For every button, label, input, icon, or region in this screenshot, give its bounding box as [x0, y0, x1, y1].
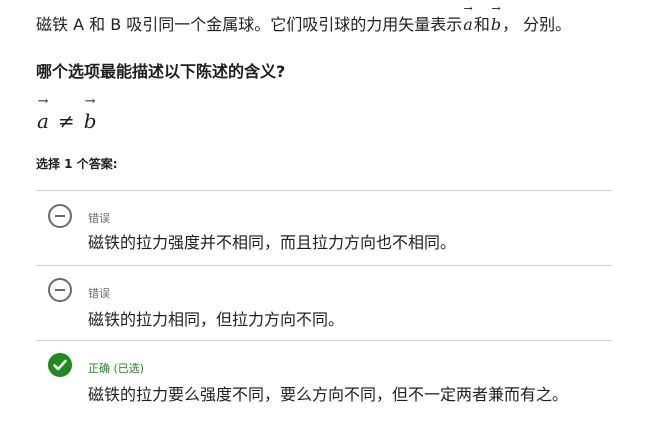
vector-b: → b — [83, 94, 97, 133]
minus-circle-icon — [48, 204, 72, 228]
answer-option-3[interactable]: 正确 (已选) 磁铁的拉力要么强度不同，要么方向不同，但不一定两者兼而有之。 — [36, 341, 612, 431]
vector-a: → a — [463, 2, 473, 34]
statement-prefix: 磁铁 A 和 B 吸引同一个金属球。它们吸引球的力用矢量表示 — [36, 15, 463, 34]
option-text: 磁铁的拉力强度并不相同，而且拉力方向也不相同。 — [88, 233, 457, 252]
vector-arrow-icon: → — [37, 94, 49, 109]
option-text: 磁铁的拉力相同，但拉力方向不同。 — [88, 310, 345, 329]
check-circle-icon — [48, 353, 72, 377]
statement-suffix: ， 分别。 — [502, 15, 572, 34]
answer-option-2[interactable]: 错误 磁铁的拉力相同，但拉力方向不同。 — [36, 266, 612, 340]
vector-arrow-icon: → — [84, 94, 96, 109]
not-equal-sign: ≠ — [57, 109, 75, 133]
vector-arrow-icon: → — [463, 2, 473, 15]
question-heading: 哪个选项最能描述以下陈述的含义? — [36, 62, 286, 81]
answer-option-1[interactable]: 错误 磁铁的拉力强度并不相同，而且拉力方向也不相同。 — [36, 191, 612, 265]
option-status: 正确 (已选) — [88, 362, 145, 375]
vector-a: → a — [37, 94, 49, 133]
minus-circle-icon — [48, 278, 72, 302]
problem-statement: 磁铁 A 和 B 吸引同一个金属球。它们吸引球的力用矢量表示 → a和 → b， 分别。 — [36, 2, 572, 37]
option-text: 磁铁的拉力要么强度不同，要么方向不同，但不一定两者兼而有之。 — [88, 385, 569, 404]
vector-b: → b — [490, 2, 502, 34]
option-status: 错误 — [88, 287, 110, 300]
vector-arrow-icon: → — [491, 2, 501, 15]
math-statement: → a ≠ → b — [36, 94, 98, 135]
answer-instruction: 选择 1 个答案: — [36, 157, 118, 171]
statement-joiner: 和 — [473, 15, 490, 34]
option-status: 错误 — [88, 212, 110, 225]
